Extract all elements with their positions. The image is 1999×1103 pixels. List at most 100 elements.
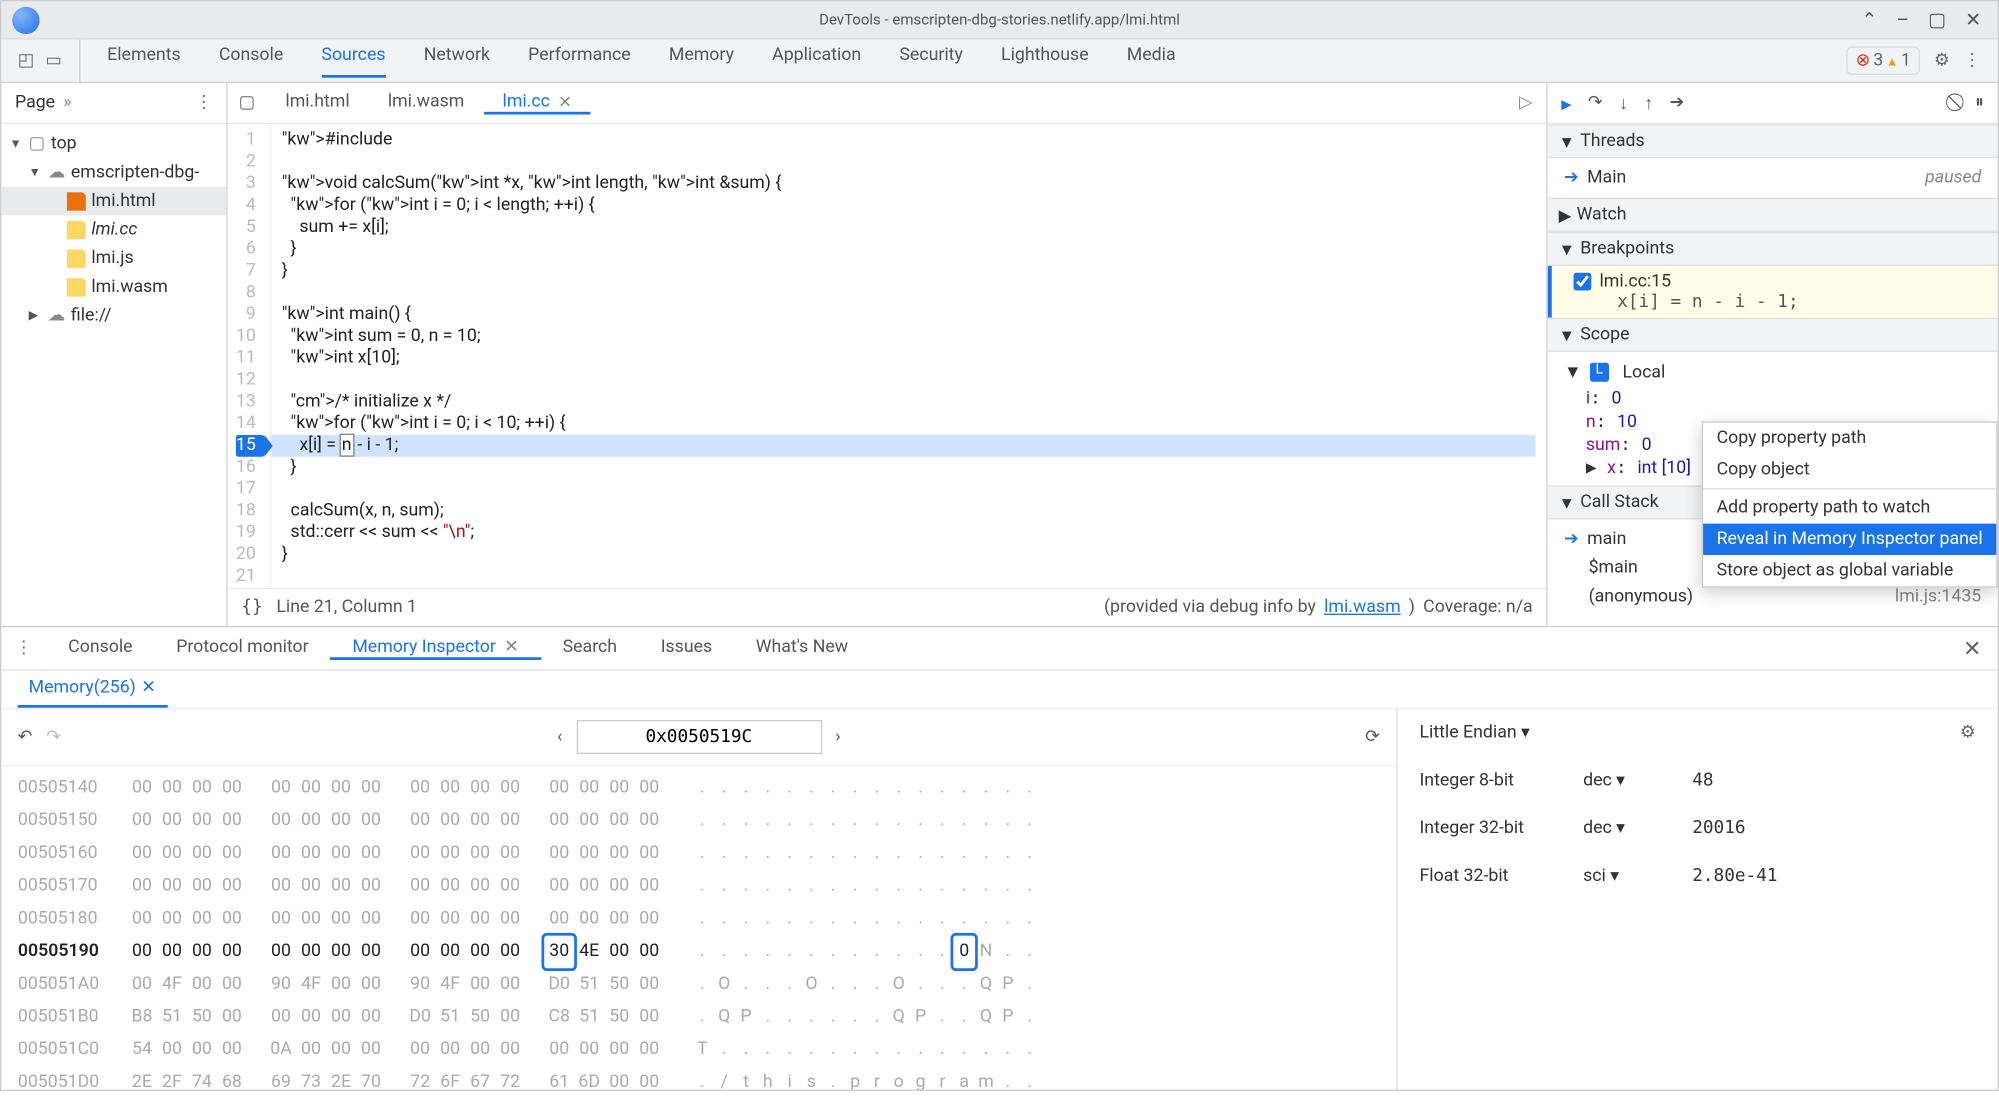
tree-item[interactable]: lmi.js [1, 244, 226, 273]
more-icon[interactable]: ⋮ [1964, 50, 1982, 70]
tab-console[interactable]: Console [219, 44, 283, 77]
step-over-icon[interactable]: ↷ [1588, 93, 1603, 113]
threads-header[interactable]: ▼ Threads [1548, 124, 1998, 158]
format-select[interactable]: dec ▾ [1583, 770, 1692, 790]
close-icon[interactable]: ✕ [141, 678, 156, 698]
memory-tab[interactable]: Memory(256) ✕ [18, 671, 167, 708]
hex-row[interactable]: 005051D02E2F746869732E70726F6772616D0000… [18, 1066, 1380, 1089]
editor-tabs: ▢ lmi.htmllmi.wasmlmi.cc✕ ▷ [228, 83, 1547, 124]
hex-row[interactable]: 0050516000000000000000000000000000000000… [18, 837, 1380, 870]
device-icon[interactable]: ▭ [45, 50, 62, 70]
nav-back-icon[interactable]: ▢ [228, 93, 267, 113]
watch-header[interactable]: ▶ Watch [1548, 198, 1998, 232]
tree-item[interactable]: lmi.cc [1, 215, 226, 244]
tab-network[interactable]: Network [424, 44, 490, 77]
chevrons-icon[interactable]: » [63, 93, 71, 113]
drawer-tab[interactable]: Memory Inspector✕ [330, 637, 540, 660]
drawer-tab[interactable]: Protocol monitor [154, 637, 330, 657]
tab-lighthouse[interactable]: Lighthouse [1001, 44, 1089, 77]
drawer-tab[interactable]: What's New [734, 637, 870, 657]
context-item[interactable]: Copy property path [1703, 423, 1996, 454]
maximize-icon[interactable]: ▢ [1928, 9, 1946, 31]
inspect-icon[interactable]: ◰ [18, 50, 35, 70]
breakpoints-header[interactable]: ▼ Breakpoints [1548, 232, 1998, 266]
hex-row[interactable]: 005051B0B851500000000000D0515000C8515000… [18, 1001, 1380, 1034]
tab-media[interactable]: Media [1127, 44, 1176, 77]
editor-tab[interactable]: lmi.html [266, 91, 368, 111]
more-icon[interactable]: ⋮ [195, 93, 213, 113]
tree-item[interactable]: lmi.html [1, 187, 226, 216]
coverage: Coverage: n/a [1423, 597, 1532, 617]
tab-memory[interactable]: Memory [669, 44, 734, 77]
close-icon[interactable]: ✕ [558, 92, 572, 111]
up-arrow-icon[interactable]: ⌃ [1861, 9, 1877, 31]
tab-application[interactable]: Application [772, 44, 861, 77]
step-into-icon[interactable]: ↓ [1619, 92, 1628, 114]
settings-icon[interactable]: ⚙ [1960, 723, 1976, 743]
scope-var[interactable]: i: 0 [1548, 387, 1998, 410]
debug-source-link[interactable]: lmi.wasm [1324, 597, 1401, 617]
tree-item[interactable]: lmi.wasm [1, 273, 226, 302]
address-input[interactable] [576, 720, 821, 754]
format-select[interactable]: dec ▾ [1583, 818, 1692, 838]
hex-row[interactable]: 00505190000000000000000000000000304E0000… [18, 935, 1380, 968]
close-icon[interactable]: ✕ [504, 637, 519, 657]
tab-performance[interactable]: Performance [528, 44, 631, 77]
tree-item[interactable]: ▶☁file:// [1, 301, 226, 330]
scope-header[interactable]: ▼ Scope [1548, 318, 1998, 352]
hex-row[interactable]: 0050517000000000000000000000000000000000… [18, 870, 1380, 903]
close-icon[interactable]: ✕ [1965, 9, 1981, 31]
pause-exceptions-icon[interactable]: ⏸ [1975, 93, 1984, 113]
breakpoint-item[interactable]: lmi.cc:15 x[i] = n - i - 1; [1548, 266, 1998, 318]
editor-tab[interactable]: lmi.wasm [369, 91, 484, 111]
memory-nav: ↶ ↷ ‹ › ⟳ [1, 709, 1396, 766]
code-editor[interactable]: 123456789101112131415161718192021 "kw">#… [228, 124, 1547, 588]
format-select[interactable]: sci ▾ [1583, 866, 1692, 886]
next-icon[interactable]: › [835, 727, 840, 747]
tree-item[interactable]: ▼▢top [1, 130, 226, 159]
drawer-menu-icon[interactable]: ⋮ [1, 638, 46, 658]
editor-status: {} Line 21, Column 1 (provided via debug… [228, 588, 1547, 626]
thread-state: paused [1925, 168, 1981, 188]
gutter: 123456789101112131415161718192021 [228, 124, 271, 588]
tab-elements[interactable]: Elements [107, 44, 180, 77]
hex-grid[interactable]: 0050514000000000000000000000000000000000… [1, 766, 1396, 1089]
drawer-close-icon[interactable]: ✕ [1963, 635, 1998, 661]
breakpoint-file: lmi.cc:15 [1599, 271, 1671, 291]
run-icon[interactable]: ▷ [1519, 93, 1546, 113]
hex-row[interactable]: 005051C0540000000A0000000000000000000000… [18, 1034, 1380, 1067]
page-label[interactable]: Page [15, 93, 55, 113]
step-icon[interactable]: ➔ [1670, 93, 1685, 113]
refresh-icon[interactable]: ⟳ [1365, 727, 1380, 747]
tab-security[interactable]: Security [899, 44, 962, 77]
scope-local[interactable]: ▼ LLocal [1548, 357, 1998, 387]
hex-row[interactable]: 005051A0004F0000904F0000904F0000D0515000… [18, 968, 1380, 1001]
tab-sources[interactable]: Sources [321, 44, 385, 77]
error-warning-badge[interactable]: 3 1 [1846, 46, 1920, 75]
context-item[interactable]: Copy object [1703, 454, 1996, 485]
breakpoint-checkbox[interactable] [1574, 273, 1592, 291]
context-item[interactable]: Add property path to watch [1703, 492, 1996, 523]
thread-main[interactable]: ➔ Main paused [1548, 164, 1998, 193]
resume-icon[interactable]: ▸ [1561, 91, 1571, 116]
braces-icon[interactable]: {} [241, 597, 262, 617]
local-label: Local [1622, 362, 1665, 382]
drawer-tab[interactable]: Issues [639, 637, 734, 657]
hex-row[interactable]: 0050518000000000000000000000000000000000… [18, 903, 1380, 936]
minimize-icon[interactable]: – [1897, 9, 1910, 31]
redo-icon[interactable]: ↷ [46, 727, 61, 747]
drawer-tab[interactable]: Console [46, 637, 154, 657]
endian-select[interactable]: Little Endian ▾ [1419, 723, 1529, 743]
prev-icon[interactable]: ‹ [557, 727, 562, 747]
settings-icon[interactable]: ⚙ [1934, 50, 1950, 70]
hex-row[interactable]: 0050514000000000000000000000000000000000… [18, 772, 1380, 805]
hex-row[interactable]: 0050515000000000000000000000000000000000… [18, 805, 1380, 838]
undo-icon[interactable]: ↶ [18, 727, 33, 747]
context-item[interactable]: Store object as global variable [1703, 555, 1996, 586]
editor-tab[interactable]: lmi.cc✕ [483, 91, 590, 114]
step-out-icon[interactable]: ↑ [1644, 92, 1653, 114]
drawer-tab[interactable]: Search [541, 637, 639, 657]
context-item[interactable]: Reveal in Memory Inspector panel [1703, 524, 1996, 555]
tree-item[interactable]: ▼☁emscripten-dbg- [1, 158, 226, 187]
memory-subtabs: Memory(256) ✕ [1, 671, 1997, 709]
